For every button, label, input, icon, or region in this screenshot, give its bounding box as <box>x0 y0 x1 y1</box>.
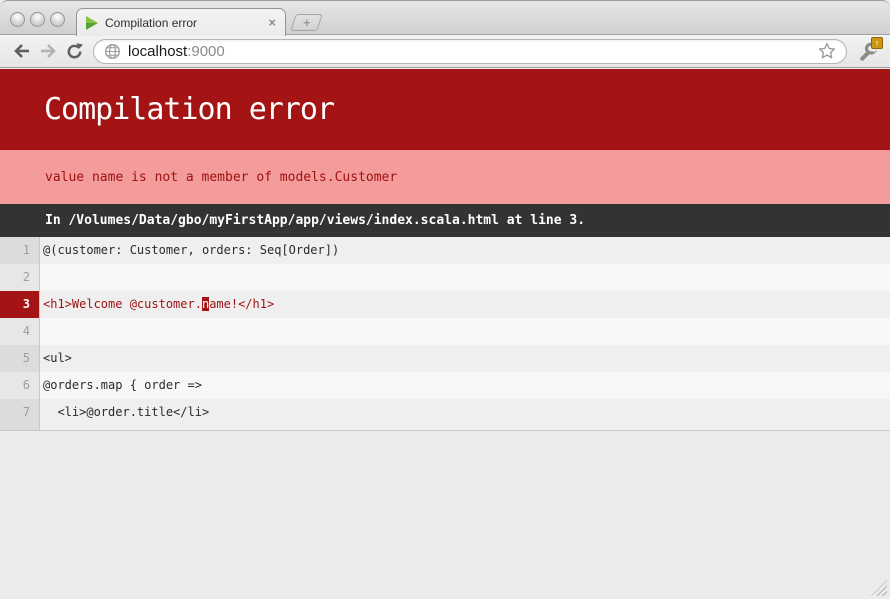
forward-button[interactable] <box>35 38 61 64</box>
error-header: Compilation error <box>0 69 890 150</box>
code-line: 1 @(customer: Customer, orders: Seq[Orde… <box>0 237 890 264</box>
line-code: <li>@order.title</li> <box>40 399 890 426</box>
code-line: 4 <box>0 318 890 345</box>
line-number: 2 <box>0 264 40 291</box>
tab-close-icon[interactable]: × <box>268 16 276 29</box>
page-title: Compilation error <box>0 92 334 127</box>
back-button[interactable] <box>9 38 35 64</box>
line-number: 4 <box>0 318 40 345</box>
update-badge: ↑ <box>871 37 883 49</box>
traffic-lights <box>10 12 65 27</box>
browser-chrome: Compilation error × + <box>0 0 890 69</box>
browser-tab[interactable]: Compilation error × <box>76 8 286 36</box>
line-number: 7 <box>0 399 40 426</box>
bookmark-star-icon[interactable] <box>818 42 836 60</box>
line-code <box>40 318 890 345</box>
tab-title: Compilation error <box>105 16 262 30</box>
code-line: 6 @orders.map { order => <box>0 372 890 399</box>
line-number: 6 <box>0 372 40 399</box>
window-minimize-button[interactable] <box>30 12 45 27</box>
line-code <box>40 264 890 291</box>
url-port: :9000 <box>187 43 225 60</box>
chrome-menu-button[interactable]: ↑ <box>855 38 881 64</box>
new-tab-button[interactable]: + <box>290 14 323 31</box>
forward-arrow-icon <box>39 43 57 59</box>
code-line: 5 <ul> <box>0 345 890 372</box>
reload-icon <box>65 42 84 61</box>
back-arrow-icon <box>13 43 31 59</box>
globe-icon <box>104 43 121 60</box>
line-code: <h1>Welcome @customer.name!</h1> <box>40 291 890 318</box>
tab-strip: Compilation error × + <box>0 0 890 35</box>
code-line-partial <box>0 426 890 431</box>
line-code: @(customer: Customer, orders: Seq[Order]… <box>40 237 890 264</box>
play-framework-favicon-icon <box>86 16 99 30</box>
plus-icon: + <box>303 15 311 30</box>
line-number: 1 <box>0 237 40 264</box>
line-code: @orders.map { order => <box>40 372 890 399</box>
line-number: 5 <box>0 345 40 372</box>
error-line-before: <h1>Welcome @customer. <box>43 297 202 311</box>
error-location: In /Volumes/Data/gbo/myFirstApp/app/view… <box>0 204 890 237</box>
window-close-button[interactable] <box>10 12 25 27</box>
code-line: 2 <box>0 264 890 291</box>
error-message: value name is not a member of models.Cus… <box>0 150 890 204</box>
source-listing: 1 @(customer: Customer, orders: Seq[Orde… <box>0 237 890 431</box>
browser-toolbar: localhost:9000 ↑ <box>0 35 890 68</box>
error-line-after: ame!</h1> <box>209 297 274 311</box>
url-host: localhost <box>128 43 187 60</box>
code-line: 7 <li>@order.title</li> <box>0 399 890 426</box>
line-code: <ul> <box>40 345 890 372</box>
page-content: Compilation error value name is not a me… <box>0 69 890 599</box>
up-arrow-icon: ↑ <box>875 38 880 48</box>
url-text[interactable]: localhost:9000 <box>128 43 811 60</box>
error-code-line: 3 <h1>Welcome @customer.name!</h1> <box>0 291 890 318</box>
line-number: 3 <box>0 291 40 318</box>
reload-button[interactable] <box>61 38 87 64</box>
window-zoom-button[interactable] <box>50 12 65 27</box>
address-bar[interactable]: localhost:9000 <box>93 39 847 64</box>
